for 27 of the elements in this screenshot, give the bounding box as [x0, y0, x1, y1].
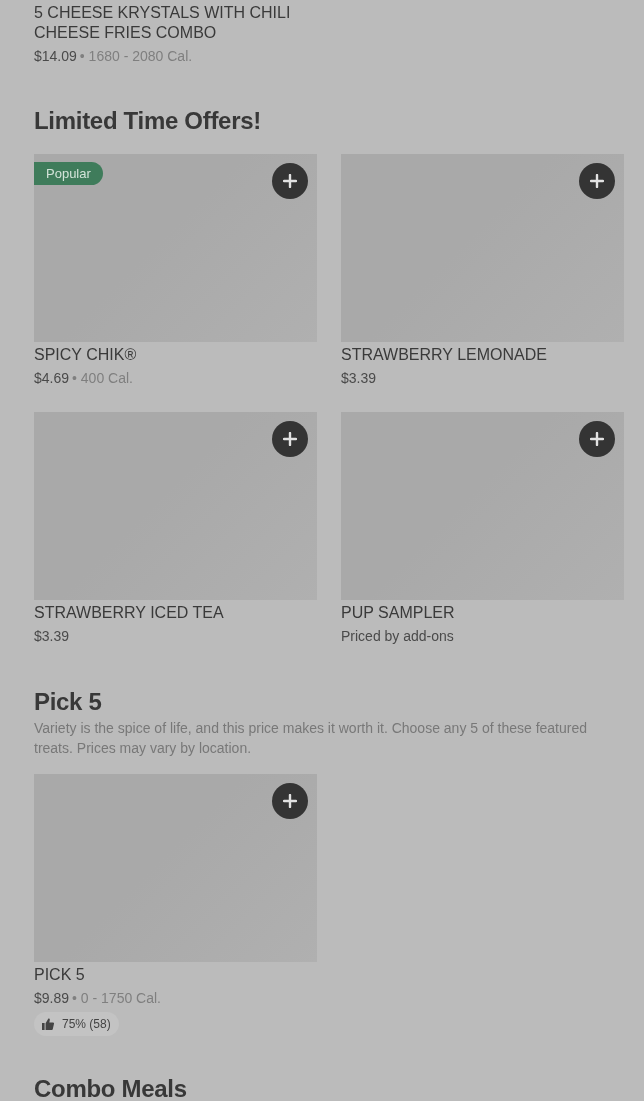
plus-icon	[283, 794, 297, 808]
thumbs-up-icon	[42, 1018, 54, 1030]
calorie-count: • 0 - 1750 Cal.	[72, 990, 161, 1006]
rating-text: 75% (58)	[62, 1017, 111, 1031]
item-name[interactable]: 5 CHEESE KRYSTALS WITH CHILI CHEESE FRIES COMBO	[34, 3, 317, 43]
popular-badge: Popular	[34, 162, 103, 185]
item-name[interactable]: SPICY CHIK®	[34, 345, 317, 365]
section-heading: Combo Meals	[34, 1077, 188, 1101]
section-heading: Limited Time Offers!	[34, 109, 262, 133]
plus-icon	[590, 174, 604, 188]
item-price: Priced by add-ons	[341, 628, 454, 644]
plus-icon	[283, 432, 297, 446]
item-name[interactable]: PUP SAMPLER	[341, 603, 624, 623]
plus-icon	[590, 432, 604, 446]
plus-icon	[283, 174, 297, 188]
item-name[interactable]: PICK 5	[34, 965, 317, 985]
item-price: $9.89	[34, 990, 70, 1006]
section-heading: Pick 5	[34, 690, 103, 714]
item-price: $3.39	[34, 628, 70, 644]
item-price: $14.09	[34, 48, 77, 64]
item-name[interactable]: STRAWBERRY ICED TEA	[34, 603, 317, 623]
section-description: Variety is the spice of life, and this price makes it worth it. Choose any 5 of these featured treats. Prices may vary by location.	[34, 719, 589, 758]
item-price: $4.69	[34, 370, 70, 386]
calorie-count: • 400 Cal.	[72, 370, 133, 386]
item-price: $3.39	[341, 370, 377, 386]
calorie-count: • 1680 - 2080 Cal.	[79, 48, 193, 64]
item-name[interactable]: STRAWBERRY LEMONADE	[341, 345, 624, 365]
